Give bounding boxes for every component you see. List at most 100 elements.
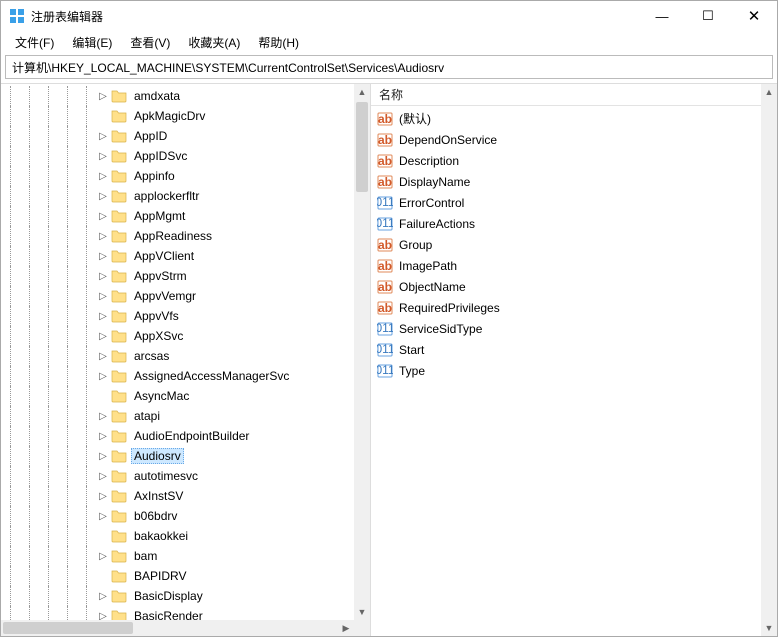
tree-item[interactable]: ▷AppvStrm	[1, 266, 354, 286]
value-row[interactable]: abDisplayName	[371, 171, 761, 192]
chevron-right-icon[interactable]: ▷	[96, 349, 110, 363]
scroll-right-icon[interactable]: ▶	[338, 620, 354, 636]
value-row[interactable]: 011Type	[371, 360, 761, 381]
chevron-right-icon[interactable]: ▷	[96, 149, 110, 163]
tree-item[interactable]: ▷bam	[1, 546, 354, 566]
tree-item[interactable]: ▷AppvVemgr	[1, 286, 354, 306]
value-row[interactable]: abGroup	[371, 234, 761, 255]
chevron-right-icon[interactable]: ▷	[96, 409, 110, 423]
svg-text:ab: ab	[378, 154, 392, 168]
tree-horizontal-scrollbar[interactable]: ◀ ▶	[1, 620, 354, 636]
tree-scroll[interactable]: ▷ amdxata ApkMagicDrv▷AppID▷AppIDSvc▷Appin…	[1, 84, 354, 620]
tree-item[interactable]: ▷AppXSvc	[1, 326, 354, 346]
tree-item[interactable]: ▷Appinfo	[1, 166, 354, 186]
folder-icon	[111, 569, 127, 583]
tree-item[interactable]: ▷b06bdrv	[1, 506, 354, 526]
tree-item[interactable]: ▷AxInstSV	[1, 486, 354, 506]
tree-item[interactable]: ▷BasicDisplay	[1, 586, 354, 606]
list-column-header[interactable]: 名称	[371, 84, 761, 106]
value-row[interactable]: abImagePath	[371, 255, 761, 276]
chevron-right-icon[interactable]: ▷	[96, 189, 110, 203]
tree-item[interactable]: BAPIDRV	[1, 566, 354, 586]
folder-icon	[111, 589, 127, 603]
chevron-right-icon[interactable]: ▷	[96, 489, 110, 503]
tree-item[interactable]: ▷arcsas	[1, 346, 354, 366]
chevron-right-icon[interactable]: ▷	[96, 469, 110, 483]
value-name: Description	[399, 154, 459, 168]
scroll-up-icon[interactable]: ▲	[354, 84, 370, 100]
tree-item[interactable]: ▷atapi	[1, 406, 354, 426]
value-row[interactable]: 011Start	[371, 339, 761, 360]
chevron-right-icon[interactable]: ▷	[96, 369, 110, 383]
tree-item-label: amdxata	[131, 88, 183, 104]
tree-item[interactable]: AsyncMac	[1, 386, 354, 406]
tree-item-label: AudioEndpointBuilder	[131, 428, 252, 444]
tree-item[interactable]: ▷AppvVfs	[1, 306, 354, 326]
svg-text:ab: ab	[378, 112, 392, 126]
chevron-right-icon[interactable]: ▷	[96, 549, 110, 563]
chevron-right-icon[interactable]: ▷	[96, 449, 110, 463]
tree-item[interactable]: ▷AppIDSvc	[1, 146, 354, 166]
value-row[interactable]: abRequiredPrivileges	[371, 297, 761, 318]
tree-item[interactable]: ▷autotimesvc	[1, 466, 354, 486]
svg-text:011: 011	[377, 363, 393, 377]
value-row[interactable]: 011FailureActions	[371, 213, 761, 234]
maximize-button[interactable]: ☐	[685, 1, 731, 31]
tree-item[interactable]: ▷AppVClient	[1, 246, 354, 266]
address-bar[interactable]: 计算机\HKEY_LOCAL_MACHINE\SYSTEM\CurrentCon…	[5, 55, 773, 79]
scroll-down-icon[interactable]: ▼	[354, 604, 370, 620]
value-row[interactable]: ab(默认)	[371, 108, 761, 129]
chevron-right-icon[interactable]: ▷	[96, 289, 110, 303]
tree-vertical-scrollbar[interactable]: ▲ ▼	[354, 84, 370, 620]
tree-item[interactable]: ▷ AudioEndpointBuilder	[1, 426, 354, 446]
chevron-right-icon[interactable]: ▷	[96, 589, 110, 603]
menu-item-1[interactable]: 编辑(E)	[64, 32, 120, 53]
folder-icon	[111, 429, 127, 443]
list-scroll[interactable]: 名称 ab(默认)abDependOnServiceabDescriptiona…	[371, 84, 761, 636]
tree-item[interactable]: ▷AppMgmt	[1, 206, 354, 226]
expander-none	[96, 529, 110, 543]
svg-text:ab: ab	[378, 259, 392, 273]
chevron-right-icon[interactable]: ▷	[96, 89, 110, 103]
tree-item[interactable]: ▷AssignedAccessManagerSvc	[1, 366, 354, 386]
list-vertical-scrollbar[interactable]: ▲ ▼	[761, 84, 777, 636]
chevron-right-icon[interactable]: ▷	[96, 329, 110, 343]
close-button[interactable]: ✕	[731, 1, 777, 31]
titlebar[interactable]: 注册表编辑器 — ☐ ✕	[1, 1, 777, 31]
minimize-button[interactable]: —	[639, 1, 685, 31]
tree-vscroll-thumb[interactable]	[356, 102, 368, 192]
scroll-down-icon[interactable]: ▼	[761, 620, 777, 636]
tree-item[interactable]: ▷AppReadiness	[1, 226, 354, 246]
tree-item[interactable]: ApkMagicDrv	[1, 106, 354, 126]
chevron-right-icon[interactable]: ▷	[96, 169, 110, 183]
chevron-right-icon[interactable]: ▷	[96, 209, 110, 223]
menu-item-4[interactable]: 帮助(H)	[250, 32, 307, 53]
menu-item-0[interactable]: 文件(F)	[7, 32, 62, 53]
value-row[interactable]: 011ServiceSidType	[371, 318, 761, 339]
value-row[interactable]: abObjectName	[371, 276, 761, 297]
tree-hscroll-thumb[interactable]	[3, 622, 133, 634]
chevron-right-icon[interactable]: ▷	[96, 309, 110, 323]
chevron-right-icon[interactable]: ▷	[96, 429, 110, 443]
chevron-right-icon[interactable]: ▷	[96, 229, 110, 243]
folder-icon	[111, 509, 127, 523]
chevron-right-icon[interactable]: ▷	[96, 609, 110, 620]
tree-item[interactable]: ▷applockerfltr	[1, 186, 354, 206]
menu-item-2[interactable]: 查看(V)	[122, 32, 178, 53]
tree-item[interactable]: ▷Audiosrv	[1, 446, 354, 466]
tree-item[interactable]: ▷AppID	[1, 126, 354, 146]
expander-none	[96, 109, 110, 123]
chevron-right-icon[interactable]: ▷	[96, 249, 110, 263]
chevron-right-icon[interactable]: ▷	[96, 509, 110, 523]
folder-icon	[111, 289, 127, 303]
chevron-right-icon[interactable]: ▷	[96, 129, 110, 143]
chevron-right-icon[interactable]: ▷	[96, 269, 110, 283]
tree-item[interactable]: bakaokkei	[1, 526, 354, 546]
scroll-up-icon[interactable]: ▲	[761, 84, 777, 100]
tree-item[interactable]: ▷BasicRender	[1, 606, 354, 620]
value-row[interactable]: ab Description	[371, 150, 761, 171]
value-row[interactable]: 011ErrorControl	[371, 192, 761, 213]
tree-item[interactable]: ▷ amdxata	[1, 86, 354, 106]
menu-item-3[interactable]: 收藏夹(A)	[180, 32, 248, 53]
value-row[interactable]: abDependOnService	[371, 129, 761, 150]
